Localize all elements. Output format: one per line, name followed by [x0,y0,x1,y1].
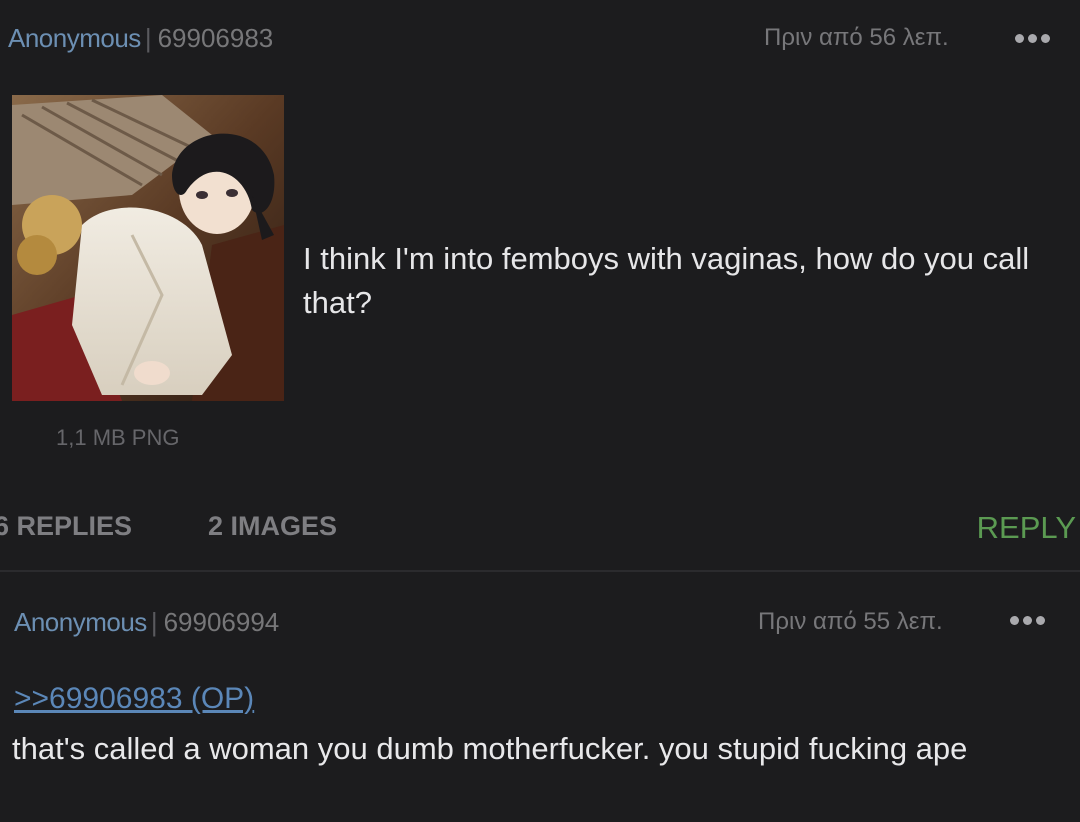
anime-character-image[interactable] [12,95,284,401]
reply-post-text: that's called a woman you dumb motherfuc… [12,731,968,766]
quote-link[interactable]: >>69906983 (OP) [14,682,254,716]
reply-button[interactable]: REPLY [977,510,1076,546]
reply-timestamp: Πριν από 55 λεπ. [758,608,943,635]
replies-count[interactable]: 6 REPLIES [0,511,132,542]
thread-stats-bar: 6 REPLIES 2 IMAGES REPLY [0,505,1080,549]
op-author[interactable]: Anonymous [8,23,141,54]
header-separator: | [144,22,152,53]
more-dots-icon[interactable] [1010,616,1045,625]
reply-post-id[interactable]: 69906994 [164,607,280,638]
op-post-text: I think I'm into femboys with vaginas, h… [303,241,1030,320]
op-timestamp: Πριν από 56 λεπ. [764,24,949,51]
reply-post-header: Anonymous | 69906994 Πριν από 55 λεπ. [0,600,1080,644]
more-dots-icon[interactable] [1015,34,1050,43]
post-divider [0,570,1080,572]
images-count[interactable]: 2 IMAGES [208,511,337,542]
op-post-id[interactable]: 69906983 [158,23,274,54]
thread-screen: Anonymous | 69906983 Πριν από 56 λεπ. 1,… [0,0,1080,822]
file-info: 1,1 MB PNG [56,425,180,450]
reply-author[interactable]: Anonymous [14,607,147,638]
op-post-header: Anonymous | 69906983 Πριν από 56 λεπ. [0,16,1080,60]
header-separator: | [150,606,158,637]
